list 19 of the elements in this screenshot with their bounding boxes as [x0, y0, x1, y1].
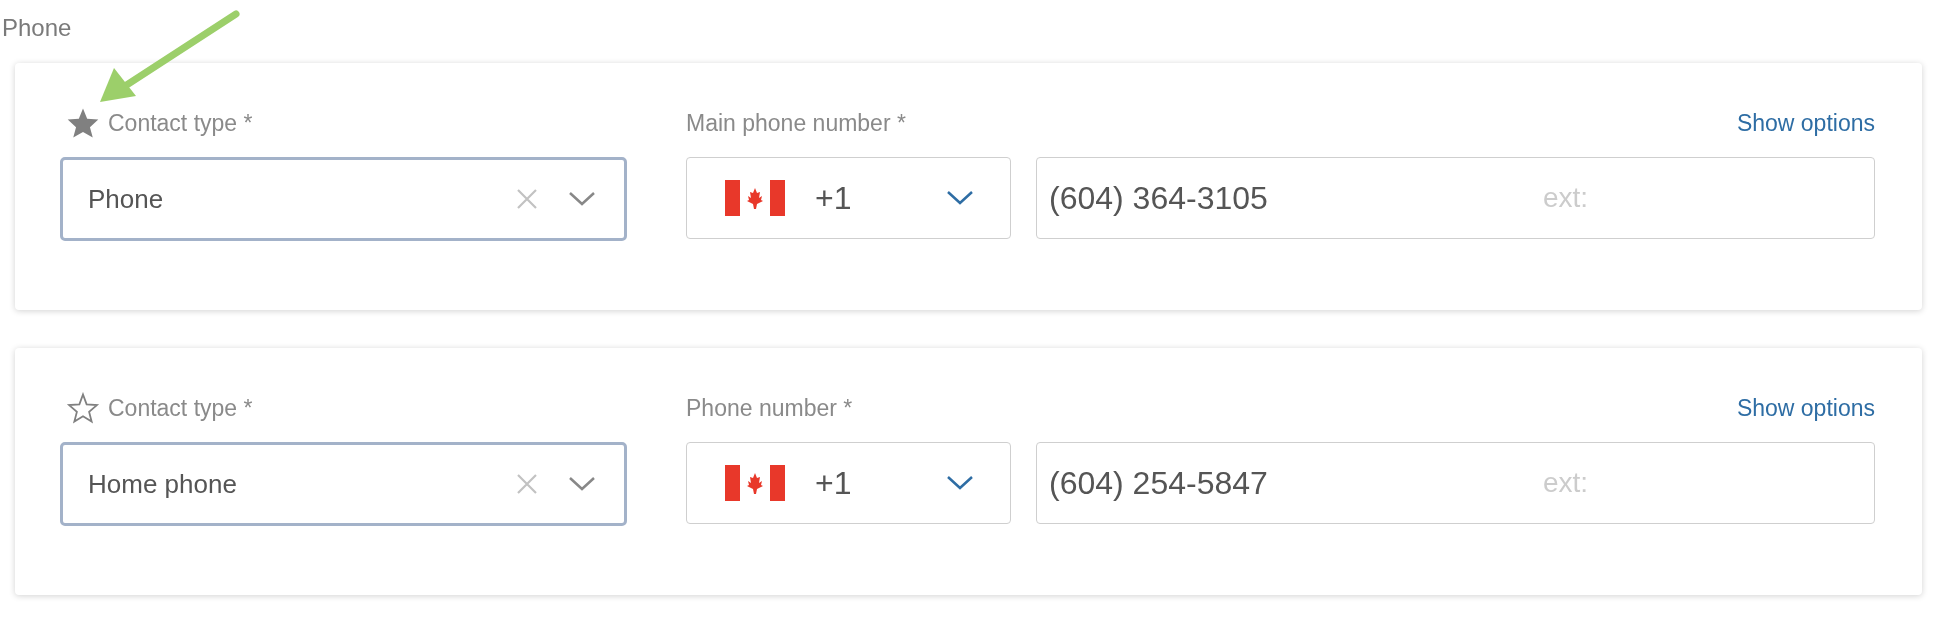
contact-type-select[interactable]: Home phone	[60, 442, 627, 526]
chevron-down-icon[interactable]	[568, 476, 596, 492]
field-label: Contact type *	[108, 108, 253, 138]
show-options-link[interactable]: Show options	[1736, 105, 1875, 141]
chevron-down-icon[interactable]	[568, 191, 596, 207]
flag-icon	[725, 180, 785, 216]
chevron-down-icon[interactable]	[946, 475, 974, 491]
field-label: Main phone number *	[686, 108, 906, 138]
country-code-select[interactable]: +1	[686, 157, 1011, 239]
section-label: Phone	[1, 13, 73, 43]
show-options-link[interactable]: Show options	[1736, 390, 1875, 426]
field-label: Phone number *	[686, 393, 853, 423]
field-label: Contact type *	[108, 393, 253, 423]
star-outline-icon[interactable]	[66, 392, 100, 424]
chevron-down-icon[interactable]	[946, 190, 974, 206]
star-icon[interactable]	[66, 107, 100, 139]
flag-icon	[725, 465, 785, 501]
country-code-select[interactable]: +1	[686, 442, 1011, 524]
contact-type-select[interactable]: Phone	[60, 157, 627, 241]
